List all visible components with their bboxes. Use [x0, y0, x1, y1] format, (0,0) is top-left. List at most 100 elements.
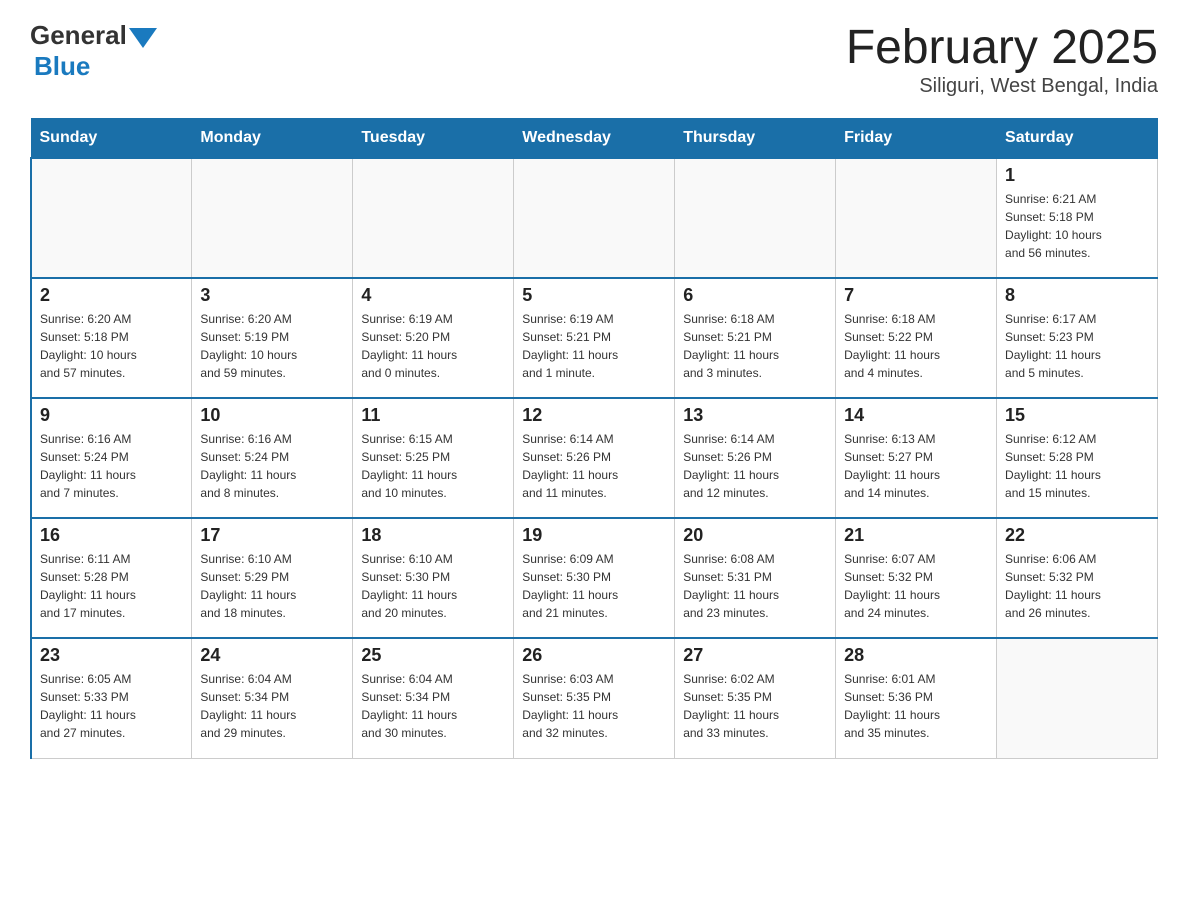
calendar-cell: 17Sunrise: 6:10 AMSunset: 5:29 PMDayligh… [192, 518, 353, 638]
day-info: Sunrise: 6:17 AMSunset: 5:23 PMDaylight:… [1005, 310, 1149, 382]
calendar-week-3: 9 Sunrise: 6:16 AMSunset: 5:24 PMDaylight… [31, 398, 1158, 518]
calendar-week-5: 23 Sunrise: 6:05 AMSunset: 5:33 PMDayligh… [31, 638, 1158, 758]
day-info: Sunrise: 6:14 AMSunset: 5:26 PMDaylight:… [683, 430, 827, 502]
day-number: 4 [361, 285, 505, 306]
day-number: 2 [40, 285, 183, 306]
day-info: Sunrise: 6:19 AMSunset: 5:20 PMDaylight:… [361, 310, 505, 382]
calendar-cell [514, 158, 675, 278]
day-number: 13 [683, 405, 827, 426]
day-number: 26 [522, 645, 666, 666]
day-info: Sunrise: 6:05 AMSunset: 5:33 PMDaylight:… [40, 670, 183, 742]
day-number: 9 [40, 405, 183, 426]
day-info: Sunrise: 6:03 AMSunset: 5:35 PMDaylight:… [522, 670, 666, 742]
calendar-cell [353, 158, 514, 278]
day-number: 1 [1005, 165, 1149, 186]
day-info: Sunrise: 6:16 AMSunset: 5:24 PMDaylight:… [200, 430, 344, 502]
calendar-cell: 22 Sunrise: 6:06 AMSunset: 5:32 PMDayligh… [997, 518, 1158, 638]
day-info: Sunrise: 6:20 AMSunset: 5:18 PMDaylight:… [40, 310, 183, 382]
calendar-cell: 27 Sunrise: 6:02 AMSunset: 5:35 PMDayligh… [675, 638, 836, 758]
calendar-cell: 26 Sunrise: 6:03 AMSunset: 5:35 PMDayligh… [514, 638, 675, 758]
calendar-cell: 7 Sunrise: 6:18 AMSunset: 5:22 PMDaylight… [836, 278, 997, 398]
day-number: 24 [200, 645, 344, 666]
day-info: Sunrise: 6:08 AMSunset: 5:31 PMDaylight:… [683, 550, 827, 622]
day-number: 19 [522, 525, 666, 546]
weekday-header-sunday: Sunday [31, 119, 192, 159]
calendar-cell: 1Sunrise: 6:21 AMSunset: 5:18 PMDaylight… [997, 158, 1158, 278]
calendar-cell: 5 Sunrise: 6:19 AMSunset: 5:21 PMDaylight… [514, 278, 675, 398]
logo-blue-text: Blue [34, 51, 90, 81]
day-info: Sunrise: 6:04 AMSunset: 5:34 PMDaylight:… [361, 670, 505, 742]
day-info: Sunrise: 6:02 AMSunset: 5:35 PMDaylight:… [683, 670, 827, 742]
day-info: Sunrise: 6:01 AMSunset: 5:36 PMDaylight:… [844, 670, 988, 742]
calendar-cell [31, 158, 192, 278]
calendar-cell: 19 Sunrise: 6:09 AMSunset: 5:30 PMDayligh… [514, 518, 675, 638]
calendar-cell: 28 Sunrise: 6:01 AMSunset: 5:36 PMDayligh… [836, 638, 997, 758]
day-info: Sunrise: 6:14 AMSunset: 5:26 PMDaylight:… [522, 430, 666, 502]
weekday-header-saturday: Saturday [997, 119, 1158, 159]
day-number: 17 [200, 525, 344, 546]
day-info: Sunrise: 6:18 AMSunset: 5:22 PMDaylight:… [844, 310, 988, 382]
day-info: Sunrise: 6:13 AMSunset: 5:27 PMDaylight:… [844, 430, 988, 502]
day-number: 10 [200, 405, 344, 426]
calendar-table: SundayMondayTuesdayWednesdayThursdayFrid… [30, 118, 1158, 759]
calendar-cell: 13 Sunrise: 6:14 AMSunset: 5:26 PMDayligh… [675, 398, 836, 518]
month-title: February 2025 [846, 20, 1158, 75]
calendar-cell: 11Sunrise: 6:15 AMSunset: 5:25 PMDayligh… [353, 398, 514, 518]
calendar-cell [192, 158, 353, 278]
day-number: 8 [1005, 285, 1149, 306]
day-number: 23 [40, 645, 183, 666]
day-number: 20 [683, 525, 827, 546]
calendar-cell: 2 Sunrise: 6:20 AMSunset: 5:18 PMDaylight… [31, 278, 192, 398]
day-number: 22 [1005, 525, 1149, 546]
day-number: 12 [522, 405, 666, 426]
day-info: Sunrise: 6:04 AMSunset: 5:34 PMDaylight:… [200, 670, 344, 742]
day-number: 3 [200, 285, 344, 306]
calendar-cell: 8 Sunrise: 6:17 AMSunset: 5:23 PMDaylight… [997, 278, 1158, 398]
day-number: 15 [1005, 405, 1149, 426]
calendar-cell [997, 638, 1158, 758]
day-info: Sunrise: 6:12 AMSunset: 5:28 PMDaylight:… [1005, 430, 1149, 502]
calendar-cell: 20 Sunrise: 6:08 AMSunset: 5:31 PMDayligh… [675, 518, 836, 638]
calendar-cell: 4 Sunrise: 6:19 AMSunset: 5:20 PMDaylight… [353, 278, 514, 398]
day-info: Sunrise: 6:07 AMSunset: 5:32 PMDaylight:… [844, 550, 988, 622]
day-info: Sunrise: 6:19 AMSunset: 5:21 PMDaylight:… [522, 310, 666, 382]
day-number: 27 [683, 645, 827, 666]
calendar-cell: 18Sunrise: 6:10 AMSunset: 5:30 PMDayligh… [353, 518, 514, 638]
calendar-cell: 15 Sunrise: 6:12 AMSunset: 5:28 PMDayligh… [997, 398, 1158, 518]
day-info: Sunrise: 6:20 AMSunset: 5:19 PMDaylight:… [200, 310, 344, 382]
calendar-cell: 10 Sunrise: 6:16 AMSunset: 5:24 PMDayligh… [192, 398, 353, 518]
weekday-header-row: SundayMondayTuesdayWednesdayThursdayFrid… [31, 119, 1158, 159]
day-number: 18 [361, 525, 505, 546]
calendar-cell: 14 Sunrise: 6:13 AMSunset: 5:27 PMDayligh… [836, 398, 997, 518]
logo-triangle-icon [129, 28, 157, 48]
calendar-cell: 9 Sunrise: 6:16 AMSunset: 5:24 PMDaylight… [31, 398, 192, 518]
day-number: 28 [844, 645, 988, 666]
calendar-cell: 3 Sunrise: 6:20 AMSunset: 5:19 PMDaylight… [192, 278, 353, 398]
day-info: Sunrise: 6:16 AMSunset: 5:24 PMDaylight:… [40, 430, 183, 502]
weekday-header-thursday: Thursday [675, 119, 836, 159]
day-info: Sunrise: 6:09 AMSunset: 5:30 PMDaylight:… [522, 550, 666, 622]
day-info: Sunrise: 6:06 AMSunset: 5:32 PMDaylight:… [1005, 550, 1149, 622]
day-number: 14 [844, 405, 988, 426]
calendar-cell: 21Sunrise: 6:07 AMSunset: 5:32 PMDayligh… [836, 518, 997, 638]
logo: General Blue [30, 20, 157, 82]
day-number: 6 [683, 285, 827, 306]
calendar-cell: 12 Sunrise: 6:14 AMSunset: 5:26 PMDayligh… [514, 398, 675, 518]
title-area: February 2025 Siliguri, West Bengal, Ind… [846, 20, 1158, 98]
day-info: Sunrise: 6:18 AMSunset: 5:21 PMDaylight:… [683, 310, 827, 382]
day-number: 11 [361, 405, 505, 426]
day-number: 7 [844, 285, 988, 306]
day-info: Sunrise: 6:11 AMSunset: 5:28 PMDaylight:… [40, 550, 183, 622]
weekday-header-tuesday: Tuesday [353, 119, 514, 159]
weekday-header-monday: Monday [192, 119, 353, 159]
day-number: 25 [361, 645, 505, 666]
calendar-cell: 24 Sunrise: 6:04 AMSunset: 5:34 PMDayligh… [192, 638, 353, 758]
calendar-cell [836, 158, 997, 278]
location-text: Siliguri, West Bengal, India [846, 75, 1158, 98]
weekday-header-wednesday: Wednesday [514, 119, 675, 159]
calendar-cell [675, 158, 836, 278]
logo-line2: Blue [34, 51, 90, 82]
calendar-cell: 6 Sunrise: 6:18 AMSunset: 5:21 PMDaylight… [675, 278, 836, 398]
day-number: 5 [522, 285, 666, 306]
day-number: 16 [40, 525, 183, 546]
